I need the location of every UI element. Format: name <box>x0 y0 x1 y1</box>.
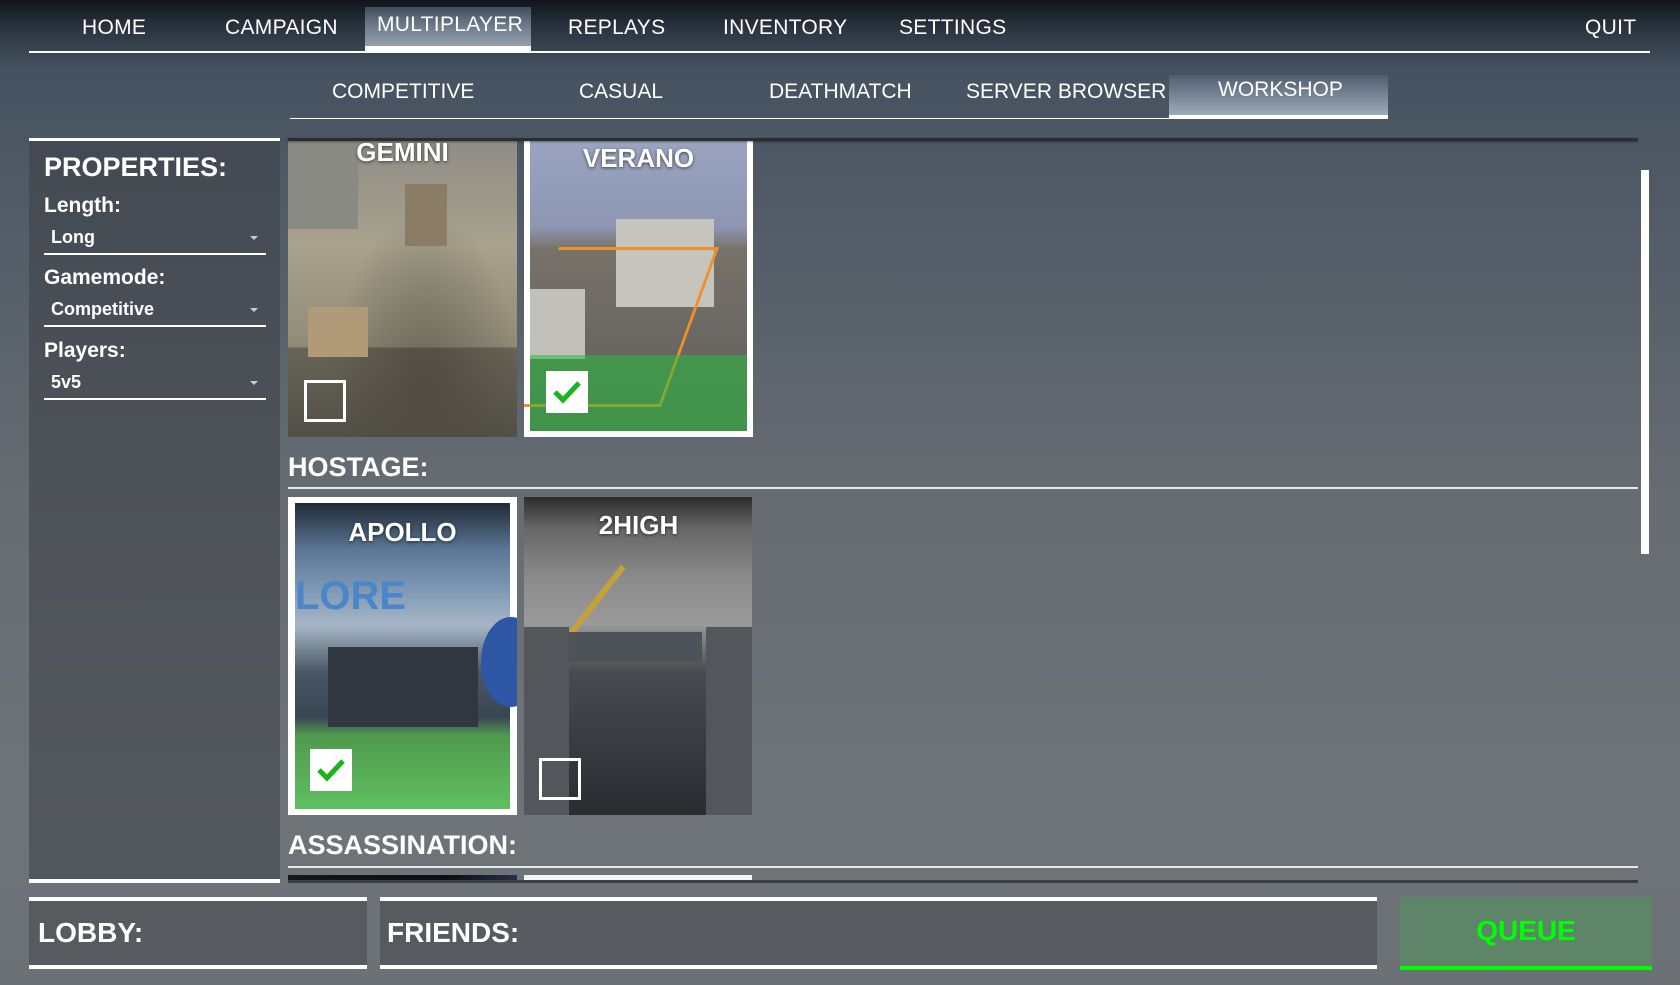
queue-label: QUEUE <box>1476 915 1576 946</box>
nav-replays[interactable]: REPLAYS <box>568 16 665 40</box>
length-value: Long <box>51 227 95 247</box>
map-card-verano[interactable]: VERANO <box>524 139 753 437</box>
length-label: Length: <box>44 194 121 217</box>
nav-inventory[interactable]: INVENTORY <box>723 16 847 40</box>
crate-decor <box>405 184 447 246</box>
map-name-verano: VERANO <box>582 143 695 173</box>
sign-decor: LORE <box>295 577 407 615</box>
map-card-gemini[interactable]: GEMINI <box>288 139 517 437</box>
section-title-assassination: ASSASSINATION: <box>288 830 518 860</box>
map-checkbox-apollo[interactable] <box>310 749 352 791</box>
tab-deathmatch[interactable]: DEATHMATCH <box>769 80 912 104</box>
map-card-2high[interactable]: 2HIGH <box>524 497 753 815</box>
gamemode-value: Competitive <box>51 299 155 319</box>
tab-server-browser[interactable]: SERVER BROWSER <box>966 80 1166 104</box>
maps-list-bottom-edge <box>288 880 1638 883</box>
tab-workshop[interactable]: WORKSHOP <box>1218 78 1343 102</box>
tab-workshop-underline <box>1169 115 1388 119</box>
tab-competitive[interactable]: COMPETITIVE <box>332 80 474 104</box>
nav-campaign[interactable]: CAMPAIGN <box>225 16 338 40</box>
friends-panel: FRIENDS: <box>380 897 1377 969</box>
map-name-gemini: GEMINI <box>356 139 449 167</box>
wall-decor <box>706 627 752 815</box>
players-label: Players: <box>44 339 126 362</box>
platform-decor <box>562 632 702 662</box>
chevron-down-icon <box>250 308 258 312</box>
map-checkbox-verano[interactable] <box>546 371 588 413</box>
properties-panel-top-border <box>29 138 280 141</box>
gamemode-label: Gamemode: <box>44 266 166 289</box>
chevron-down-icon <box>250 236 258 240</box>
checkmark-icon <box>317 759 345 782</box>
friends-label: FRIENDS: <box>387 917 520 948</box>
lobby-label: LOBBY: <box>38 917 144 948</box>
map-checkbox-gemini[interactable] <box>304 380 346 422</box>
gamemode-dropdown[interactable]: Competitive <box>44 295 266 327</box>
properties-panel-bottom-border <box>29 879 280 883</box>
players-dropdown[interactable]: 5v5 <box>44 368 266 400</box>
building-decor <box>328 647 478 727</box>
nav-multiplayer[interactable]: MULTIPLAYER <box>377 13 523 37</box>
queue-button[interactable]: QUEUE <box>1400 897 1652 970</box>
nav-settings[interactable]: SETTINGS <box>899 16 1006 40</box>
checkmark-icon <box>553 381 581 404</box>
maps-list-top-edge <box>288 138 1638 141</box>
crate-decor <box>308 307 368 357</box>
map-name-2high: 2HIGH <box>598 510 679 540</box>
lobby-panel: LOBBY: <box>29 897 367 969</box>
properties-title: PROPERTIES: <box>44 152 228 182</box>
section-divider-assassination <box>288 866 1638 868</box>
map-name-apollo: APOLLO <box>348 517 457 547</box>
map-card-apollo[interactable]: LORE APOLLO <box>288 497 517 815</box>
tab-casual[interactable]: CASUAL <box>579 80 663 104</box>
topnav-divider <box>29 51 1650 53</box>
maps-scrollbar[interactable] <box>1641 170 1649 554</box>
chevron-down-icon <box>250 381 258 385</box>
nav-home[interactable]: HOME <box>82 16 146 40</box>
players-value: 5v5 <box>51 372 82 392</box>
nav-quit[interactable]: QUIT <box>1585 16 1636 40</box>
length-dropdown[interactable]: Long <box>44 223 266 255</box>
section-divider-hostage <box>288 487 1638 489</box>
section-title-hostage: HOSTAGE: <box>288 452 429 482</box>
map-checkbox-2high[interactable] <box>539 758 581 800</box>
